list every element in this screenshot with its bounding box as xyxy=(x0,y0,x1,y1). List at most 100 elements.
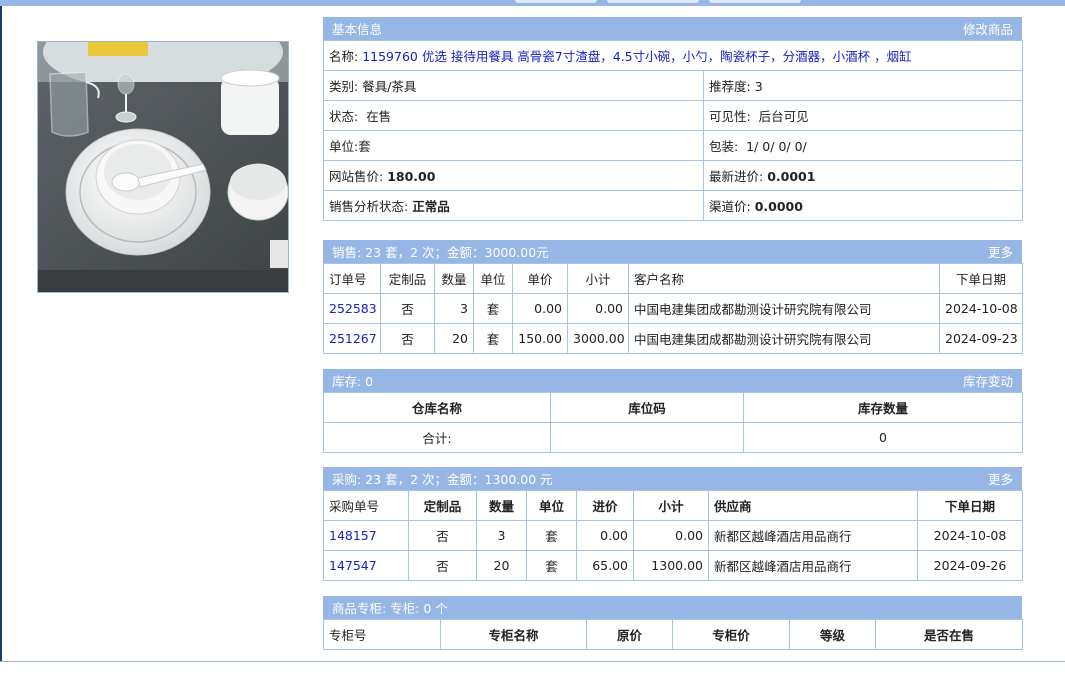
stock-table: 仓库名称 库位码 库存数量 合计: 0 xyxy=(323,392,1023,453)
basic-info-title: 基本信息 xyxy=(332,22,383,37)
cell-unit: 套 xyxy=(473,293,513,324)
unit-value: 套 xyxy=(358,139,371,154)
product-name[interactable]: 1159760 优选 接待用餐具 高骨瓷7寸渣盘，4.5寸小碗，小勺，陶瓷杯子，… xyxy=(362,49,911,64)
cell-date: 2024-10-08 xyxy=(939,293,1023,324)
stock-header: 库存: 0 库存变动 xyxy=(323,369,1022,392)
sales-header-row: 订单号 定制品 数量 单位 单价 小计 客户名称 下单日期 xyxy=(323,263,1023,294)
col-customer: 客户名称 xyxy=(628,263,940,294)
analysis-cell: 销售分析状态: 正常品 xyxy=(323,190,704,221)
cell-qty: 3 xyxy=(476,520,527,551)
cell-price: 0.00 xyxy=(512,293,568,324)
visibility-label: 可见性: xyxy=(709,109,751,124)
sales-header: 销售: 23 套，2 次；金额：3000.00元 更多 xyxy=(323,240,1022,263)
table-row: 147547 否 20 套 65.00 1300.00 新都区越峰酒店用品商行 … xyxy=(323,550,1023,581)
price-value: 180.00 xyxy=(387,169,436,184)
top-bar xyxy=(0,0,1065,6)
stock-change-link[interactable]: 库存变动 xyxy=(963,371,1013,390)
package-cell: 包装: 1/ 0/ 0/ 0/ xyxy=(702,130,1024,161)
left-border xyxy=(0,6,2,662)
col-unit: 单位 xyxy=(526,490,577,521)
recommend-value: 3 xyxy=(754,79,763,94)
cell-date: 2024-09-26 xyxy=(917,550,1023,581)
purchase-order-link[interactable]: 148157 xyxy=(329,528,377,543)
basic-info-table: 名称: 1159760 优选 接待用餐具 高骨瓷7寸渣盘，4.5寸小碗，小勺，陶… xyxy=(322,40,1024,221)
cell-custom: 否 xyxy=(380,323,435,354)
col-counter-name: 专柜名称 xyxy=(440,619,587,650)
cell-price: 150.00 xyxy=(512,323,568,354)
bottom-divider xyxy=(0,661,1065,662)
cell-supplier: 新都区越峰酒店用品商行 xyxy=(708,520,918,551)
cell-custom: 否 xyxy=(408,520,477,551)
cell-customer: 中国电建集团成都勘测设计研究院有限公司 xyxy=(628,323,940,354)
sales-order-link[interactable]: 251267 xyxy=(329,331,377,346)
cell-subtotal: 3000.00 xyxy=(567,323,629,354)
col-date: 下单日期 xyxy=(917,490,1023,521)
price-cell: 网站售价: 180.00 xyxy=(323,160,704,191)
product-photo xyxy=(37,41,289,293)
edit-product-link[interactable]: 修改商品 xyxy=(963,19,1013,38)
col-unit: 单位 xyxy=(473,263,513,294)
channel-cell: 渠道价: 0.0000 xyxy=(702,190,1024,221)
table-row: 252583 否 3 套 0.00 0.00 中国电建集团成都勘测设计研究院有限… xyxy=(323,293,1023,324)
status-value: 在售 xyxy=(366,109,392,124)
table-row: 148157 否 3 套 0.00 0.00 新都区越峰酒店用品商行 2024-… xyxy=(323,520,1023,551)
col-warehouse: 仓库名称 xyxy=(323,392,551,423)
col-original-price: 原价 xyxy=(586,619,673,650)
sales-order-link[interactable]: 252583 xyxy=(329,301,377,316)
visibility-cell: 可见性: 后台可见 xyxy=(702,100,1024,131)
package-label: 包装: xyxy=(709,139,739,154)
counter-header: 商品专柜: 专柜: 0 个 xyxy=(323,596,1022,619)
category-label: 类别: xyxy=(329,79,359,94)
visibility-value: 后台可见 xyxy=(758,109,809,124)
sales-title: 销售: 23 套，2 次；金额：3000.00元 xyxy=(332,245,549,260)
analysis-label: 销售分析状态: xyxy=(329,199,409,214)
package-value: 1/ 0/ 0/ 0/ xyxy=(746,139,807,154)
col-date: 下单日期 xyxy=(939,263,1023,294)
purchase-section: 采购: 23 套，2 次；金额：1300.00 元 更多 采购单号 定制品 数量… xyxy=(323,467,1023,581)
purchase-order-link[interactable]: 147547 xyxy=(329,558,377,573)
cell-cost: 0.00 xyxy=(576,520,634,551)
cell-customer: 中国电建集团成都勘测设计研究院有限公司 xyxy=(628,293,940,324)
col-order-no: 订单号 xyxy=(323,263,381,294)
status-label: 状态: xyxy=(329,109,359,124)
purchase-table: 采购单号 定制品 数量 单位 进价 小计 供应商 下单日期 148157 否 3… xyxy=(323,490,1023,581)
counter-title: 商品专柜: 专柜: 0 个 xyxy=(332,601,448,616)
cell-subtotal: 0.00 xyxy=(567,293,629,324)
cell-qty: 20 xyxy=(476,550,527,581)
top-tab[interactable] xyxy=(709,0,801,3)
table-row: 251267 否 20 套 150.00 3000.00 中国电建集团成都勘测设… xyxy=(323,323,1023,354)
col-counter-price: 专柜价 xyxy=(672,619,790,650)
unit-label: 单位: xyxy=(329,139,359,154)
col-custom: 定制品 xyxy=(380,263,435,294)
unit-cell: 单位:套 xyxy=(323,130,704,161)
top-tab[interactable] xyxy=(607,0,699,3)
col-qty: 数量 xyxy=(476,490,527,521)
col-on-sale: 是否在售 xyxy=(875,619,1023,650)
purchase-header: 采购: 23 套，2 次；金额：1300.00 元 更多 xyxy=(323,467,1022,490)
top-tab[interactable] xyxy=(515,0,597,3)
product-name-cell: 名称: 1159760 优选 接待用餐具 高骨瓷7寸渣盘，4.5寸小碗，小勺，陶… xyxy=(322,40,1024,71)
col-price: 单价 xyxy=(512,263,568,294)
stock-total-location xyxy=(550,422,744,453)
col-subtotal: 小计 xyxy=(567,263,629,294)
analysis-value: 正常品 xyxy=(412,199,450,214)
basic-info-header: 基本信息 修改商品 xyxy=(323,17,1022,40)
channel-value: 0.0000 xyxy=(754,199,803,214)
counter-section: 商品专柜: 专柜: 0 个 专柜号 专柜名称 原价 专柜价 等级 是否在售 xyxy=(323,596,1023,650)
recommend-label: 推荐度: xyxy=(709,79,751,94)
basic-info-section: 基本信息 修改商品 名称: 1159760 优选 接待用餐具 高骨瓷7寸渣盘，4… xyxy=(322,17,1024,221)
channel-label: 渠道价: xyxy=(709,199,751,214)
counter-table: 专柜号 专柜名称 原价 专柜价 等级 是否在售 xyxy=(323,619,1023,650)
stock-total-value: 0 xyxy=(743,422,1023,453)
cell-qty: 3 xyxy=(434,293,474,324)
purchase-title: 采购: 23 套，2 次；金额：1300.00 元 xyxy=(332,472,553,487)
category-cell: 类别: 餐具/茶具 xyxy=(323,70,704,101)
price-label: 网站售价: xyxy=(329,169,384,184)
col-purchase-no: 采购单号 xyxy=(323,490,409,521)
cell-cost: 65.00 xyxy=(576,550,634,581)
cell-date: 2024-09-23 xyxy=(939,323,1023,354)
purchase-more-link[interactable]: 更多 xyxy=(988,469,1013,488)
col-qty: 数量 xyxy=(434,263,474,294)
name-label: 名称: xyxy=(329,49,359,64)
sales-more-link[interactable]: 更多 xyxy=(988,242,1013,261)
